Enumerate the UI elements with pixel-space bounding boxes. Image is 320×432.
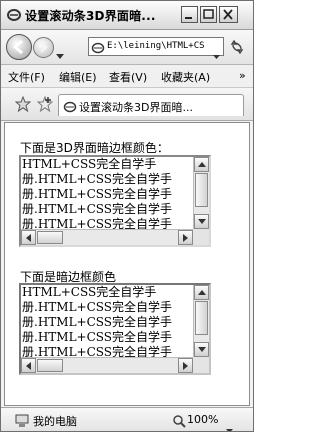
status-zone: 我的电脑: [33, 415, 77, 428]
scroll-corner: [193, 357, 209, 373]
scroll-down-button[interactable]: [194, 342, 209, 357]
chevron-down-icon[interactable]: [213, 44, 220, 63]
scroll-up-button[interactable]: [194, 285, 209, 300]
scroll-down-button[interactable]: [194, 214, 209, 229]
close-button[interactable]: [219, 6, 238, 23]
textarea-text: HTML+CSS完全自学手 册.HTML+CSS完全自学手 册.HTML+CSS…: [22, 285, 173, 357]
arrow-right-icon: [34, 42, 53, 61]
vertical-scrollbar[interactable]: [193, 157, 209, 229]
section-label-3d-dark-border: 下面是3D界面暗边框颜色：: [20, 141, 169, 155]
horizontal-scrollbar[interactable]: [21, 357, 193, 373]
scroll-thumb[interactable]: [195, 301, 208, 335]
scroll-left-button[interactable]: [21, 358, 36, 373]
tab-bar: 设置滚动条3D界面暗...: [1, 88, 253, 121]
menu-favorites[interactable]: 收藏夹(A): [161, 69, 210, 85]
window-title: 设置滚动条3D界面暗...: [25, 9, 156, 23]
scroll-thumb[interactable]: [37, 359, 63, 372]
favorites-star-icon[interactable]: [14, 95, 32, 116]
menu-overflow[interactable]: »: [239, 69, 246, 82]
add-favorite-icon[interactable]: [36, 95, 54, 116]
menu-edit[interactable]: 编辑(E): [59, 69, 97, 85]
textarea-3d-dark-border[interactable]: HTML+CSS完全自学手 册.HTML+CSS完全自学手 册.HTML+CSS…: [19, 155, 211, 247]
scroll-right-button[interactable]: [178, 230, 193, 245]
tab-title: 设置滚动条3D界面暗...: [79, 101, 193, 114]
scroll-thumb[interactable]: [195, 173, 208, 207]
textarea-dark-border[interactable]: HTML+CSS完全自学手 册.HTML+CSS完全自学手 册.HTML+CSS…: [19, 283, 211, 375]
title-bar: 设置滚动条3D界面暗...: [1, 1, 253, 30]
zoom-level[interactable]: 100%: [187, 413, 218, 426]
chevron-down-icon[interactable]: [56, 44, 64, 63]
vertical-scrollbar[interactable]: [193, 285, 209, 357]
page-content: 下面是3D界面暗边框颜色： HTML+CSS完全自学手 册.HTML+CSS完全…: [4, 122, 250, 406]
horizontal-scrollbar[interactable]: [21, 229, 193, 245]
status-bar: 我的电脑 100%: [1, 407, 253, 431]
scroll-left-button[interactable]: [21, 230, 36, 245]
minimize-button[interactable]: [181, 6, 198, 23]
refresh-icon[interactable]: [229, 39, 245, 58]
menu-view[interactable]: 查看(V): [109, 69, 147, 85]
menu-bar: 文件(F) 编辑(E) 查看(V) 收藏夹(A) »: [1, 65, 253, 88]
arrow-left-icon: [7, 39, 31, 63]
forward-button[interactable]: [33, 37, 54, 58]
chevron-down-icon[interactable]: [226, 418, 233, 431]
navigation-bar: E:\leining\HTML+CS: [1, 30, 253, 65]
tab-active[interactable]: 设置滚动条3D界面暗...: [58, 94, 244, 116]
address-url: E:\leining\HTML+CS: [107, 41, 205, 51]
ie-logo-icon: [7, 7, 21, 21]
scroll-up-button[interactable]: [194, 157, 209, 172]
page-icon: [91, 40, 105, 59]
page-icon: [63, 99, 77, 118]
address-field[interactable]: E:\leining\HTML+CS: [88, 37, 224, 59]
textarea-text: HTML+CSS完全自学手 册.HTML+CSS完全自学手 册.HTML+CSS…: [22, 157, 173, 229]
scroll-corner: [193, 229, 209, 245]
menu-file[interactable]: 文件(F): [8, 69, 45, 85]
zoom-icon[interactable]: [173, 413, 186, 431]
scroll-thumb[interactable]: [37, 231, 63, 244]
maximize-button[interactable]: [200, 6, 217, 23]
computer-icon: [15, 413, 29, 431]
back-button[interactable]: [6, 34, 32, 60]
browser-window: 设置滚动条3D界面暗... E:\leining\HTML+CS 文件(F) 编…: [0, 0, 254, 432]
scroll-right-button[interactable]: [178, 358, 193, 373]
